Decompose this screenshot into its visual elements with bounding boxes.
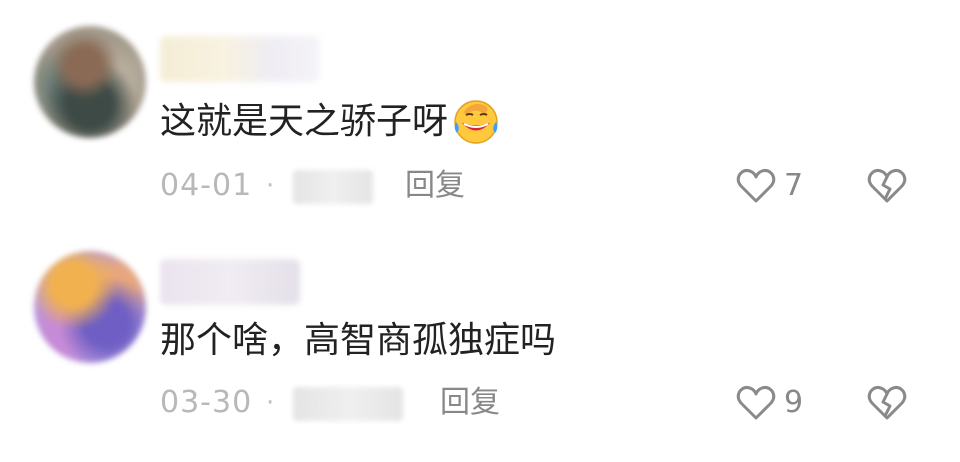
avatar[interactable] [34,26,146,138]
username-blurred[interactable] [160,36,320,82]
broken-heart-icon[interactable] [866,166,908,206]
separator-dot: · [266,171,275,201]
avatar[interactable] [34,251,146,363]
comment-date: 03-30 [160,385,253,420]
comment-text: 那个啥，高智商孤独症吗 [160,317,556,365]
like-count: 9 [784,385,804,420]
reply-button[interactable]: 回复 [405,166,465,206]
heart-outline-icon[interactable] [735,383,777,423]
comment-item: 这就是天之骄子呀 04-01 · 回复 7 [0,0,960,231]
like-count: 7 [784,168,804,203]
laughing-crying-emoji-icon [454,100,498,144]
comment-meta: 03-30 · 回复 9 [0,379,960,429]
comment-text-body: 这就是天之骄子呀 [160,101,449,142]
username-blurred[interactable] [160,259,300,305]
ip-location-blurred [293,387,403,421]
comment-text-body: 那个啥，高智商孤独症吗 [160,320,557,361]
heart-outline-icon[interactable] [735,166,777,206]
ip-location-blurred [293,170,373,204]
broken-heart-icon[interactable] [866,383,908,423]
comment-item: 那个啥，高智商孤独症吗 03-30 · 回复 9 [0,231,960,462]
comment-text: 这就是天之骄子呀 [160,98,502,146]
comment-meta: 04-01 · 回复 7 [0,162,960,212]
comment-date: 04-01 [160,168,253,203]
reply-button[interactable]: 回复 [440,383,500,423]
separator-dot: · [266,388,275,418]
